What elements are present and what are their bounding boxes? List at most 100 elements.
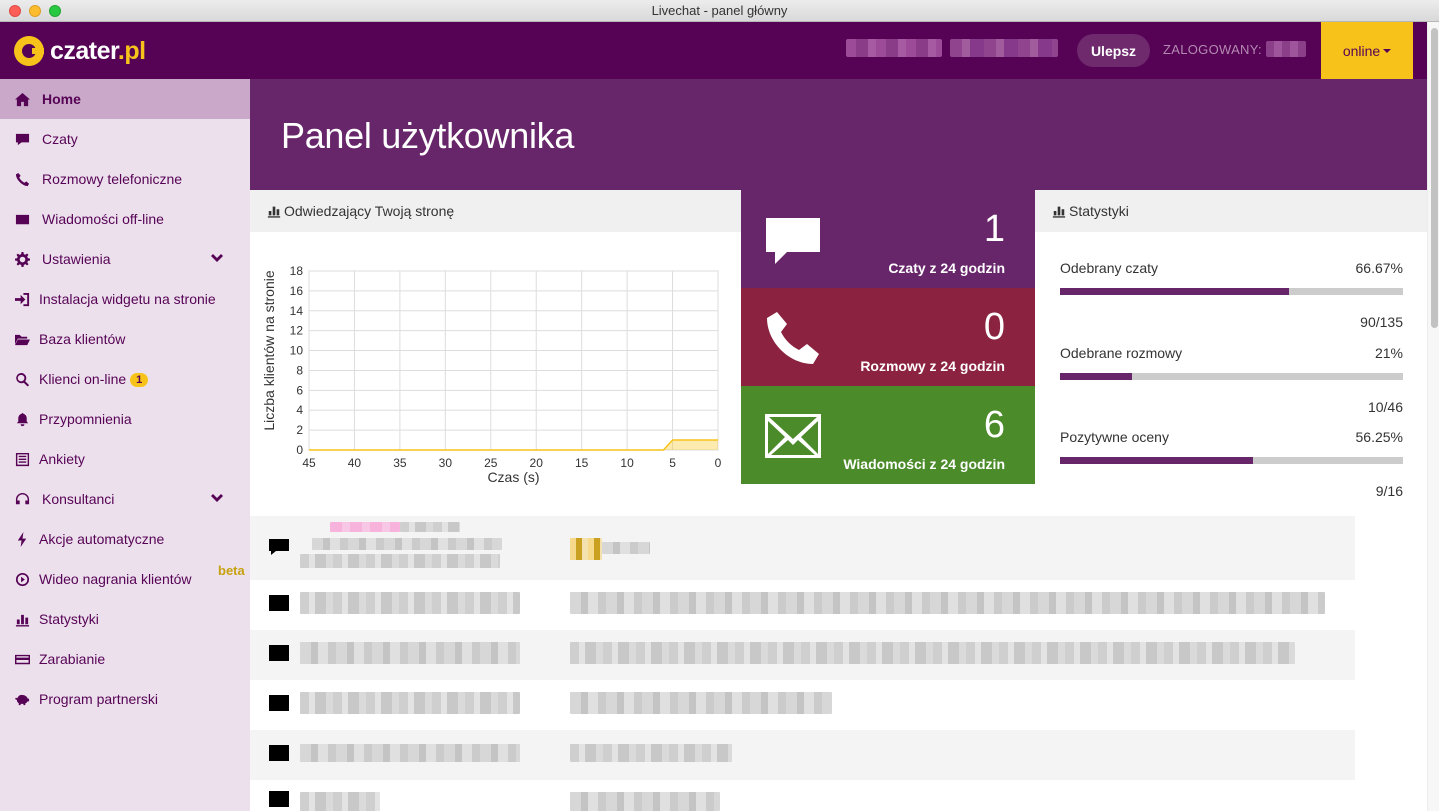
- messages-24h-tile[interactable]: 6 Wiadomości z 24 godzin: [741, 386, 1035, 484]
- sidebar-item-label: Czaty: [42, 131, 78, 147]
- stat-name: Odebrany czaty: [1060, 260, 1159, 276]
- beta-tag: beta: [218, 563, 245, 578]
- stats-panel-title: Statystyki: [1069, 203, 1129, 219]
- list-item[interactable]: [250, 630, 1355, 680]
- redacted-text: [312, 538, 502, 550]
- logo-icon: [14, 36, 44, 66]
- logo[interactable]: czater.pl: [14, 36, 146, 66]
- caret-down-icon: [1383, 48, 1392, 53]
- home-icon: [14, 91, 30, 107]
- messages-24h-label: Wiadomości z 24 godzin: [843, 456, 1005, 472]
- stat-progress-fill: [1060, 457, 1253, 464]
- sidebar-item-reminders[interactable]: Przypomnienia: [0, 399, 250, 439]
- y-tick-label: 12: [290, 324, 304, 338]
- sidebar-item-label: Akcje automatyczne: [39, 531, 165, 547]
- bolt-icon: [14, 531, 30, 547]
- list-item[interactable]: [250, 516, 1355, 580]
- calls-24h-count: 0: [983, 306, 1005, 348]
- chevron-down-icon[interactable]: [210, 252, 224, 266]
- stat-count: 90/135: [1360, 314, 1403, 330]
- sidebar-item-video-recordings[interactable]: Wideo nagrania klientów beta: [0, 559, 250, 599]
- sidebar-item-label: Ustawienia: [42, 251, 111, 267]
- redacted-account-info: [950, 39, 1058, 57]
- redacted-text: [300, 792, 380, 811]
- stat-progress-bar: [1060, 457, 1403, 464]
- y-tick-label: 6: [296, 383, 303, 397]
- stat-count: 9/16: [1375, 483, 1403, 499]
- sidebar-item-label: Home: [42, 91, 81, 107]
- x-tick-label: 35: [393, 456, 407, 470]
- close-window-button[interactable]: [9, 5, 21, 17]
- page-banner: Panel użytkownika: [250, 79, 1427, 190]
- comment-icon: [763, 210, 823, 270]
- x-tick-label: 0: [715, 456, 722, 470]
- list-item[interactable]: [250, 580, 1355, 630]
- sidebar-item-clients-online[interactable]: Klienci on-line 1: [0, 359, 250, 399]
- window-title: Livechat - panel główny: [651, 3, 788, 18]
- sign-in-icon: [14, 291, 30, 307]
- chats-24h-tile[interactable]: 1 Czaty z 24 godzin: [741, 190, 1035, 288]
- redacted-text: [300, 642, 520, 664]
- bar-chart-icon: [267, 206, 281, 218]
- sidebar-item-label: Konsultanci: [42, 491, 115, 507]
- upgrade-button[interactable]: Ulepsz: [1077, 34, 1150, 67]
- x-tick-label: 40: [348, 456, 362, 470]
- redacted-text: [570, 592, 1325, 614]
- calls-24h-tile[interactable]: 0 Rozmowy z 24 godzin: [741, 288, 1035, 386]
- sidebar-item-widget-installation[interactable]: Instalacja widgetu na stronie: [0, 279, 250, 319]
- sidebar-item-partner-program[interactable]: Program partnerski: [0, 679, 250, 719]
- minimize-window-button[interactable]: [29, 5, 41, 17]
- sidebar-item-client-database[interactable]: Baza klientów: [0, 319, 250, 359]
- folder-open-icon: [14, 331, 30, 347]
- sidebar-item-automatic-actions[interactable]: Akcje automatyczne: [0, 519, 250, 559]
- envelope-icon: [14, 211, 30, 227]
- y-tick-label: 4: [296, 403, 303, 417]
- list-item[interactable]: [250, 780, 1355, 811]
- sidebar-item-label: Wideo nagrania klientów: [39, 571, 192, 587]
- chevron-down-icon[interactable]: [210, 492, 224, 506]
- sidebar-item-label: Zarabianie: [39, 651, 106, 667]
- stat-percent: 56.25%: [1355, 429, 1403, 445]
- x-tick-label: 30: [439, 456, 453, 470]
- online-clients-badge: 1: [130, 373, 149, 387]
- sidebar-item-label: Klienci on-line 1: [39, 371, 149, 387]
- x-tick-label: 5: [669, 456, 676, 470]
- chats-24h-count: 1: [983, 208, 1005, 250]
- redacted-text: [602, 542, 650, 554]
- stats-panel-header: Statystyki: [1035, 190, 1427, 232]
- gear-icon: [14, 251, 30, 267]
- visitors-panel-title: Odwiedzający Twoją stronę: [284, 203, 455, 219]
- search-icon: [14, 371, 30, 387]
- sidebar-item-consultants[interactable]: Konsultanci: [0, 479, 250, 519]
- y-tick-label: 18: [290, 264, 304, 278]
- redacted-text: [570, 792, 720, 811]
- top-header: czater.pl Ulepsz ZALOGOWANY: online: [0, 22, 1439, 79]
- scrollbar-thumb[interactable]: [1431, 28, 1438, 328]
- sidebar-item-surveys[interactable]: Ankiety: [0, 439, 250, 479]
- envelope-icon: [268, 594, 290, 612]
- status-dropdown[interactable]: online: [1321, 22, 1413, 79]
- play-circle-icon: [14, 571, 30, 587]
- sidebar-item-chats[interactable]: Czaty: [0, 119, 250, 159]
- sidebar-item-statistics[interactable]: Statystyki: [0, 599, 250, 639]
- maximize-window-button[interactable]: [49, 5, 61, 17]
- logo-text: czater.pl: [50, 36, 146, 65]
- app-window: Livechat - panel główny czater.pl Ulepsz…: [0, 0, 1439, 811]
- sidebar-item-settings[interactable]: Ustawienia: [0, 239, 250, 279]
- sidebar-item-phone-calls[interactable]: Rozmowy telefoniczne: [0, 159, 250, 199]
- y-tick-label: 0: [296, 443, 303, 457]
- y-tick-label: 2: [296, 423, 303, 437]
- y-tick-label: 8: [296, 363, 303, 377]
- sidebar-item-offline-messages[interactable]: Wiadomości off-line: [0, 199, 250, 239]
- stat-progress-bar: [1060, 373, 1403, 380]
- sidebar-item-home[interactable]: Home: [0, 79, 250, 119]
- vertical-scrollbar[interactable]: [1427, 22, 1439, 811]
- x-axis-label: Czas (s): [487, 469, 539, 485]
- list-item[interactable]: [250, 680, 1355, 730]
- chats-24h-label: Czaty z 24 godzin: [888, 260, 1005, 276]
- redacted-username: [1266, 41, 1306, 57]
- list-item[interactable]: [250, 730, 1355, 780]
- bar-chart-icon: [1052, 206, 1066, 218]
- redacted-text: [570, 692, 832, 714]
- sidebar-item-earnings[interactable]: Zarabianie: [0, 639, 250, 679]
